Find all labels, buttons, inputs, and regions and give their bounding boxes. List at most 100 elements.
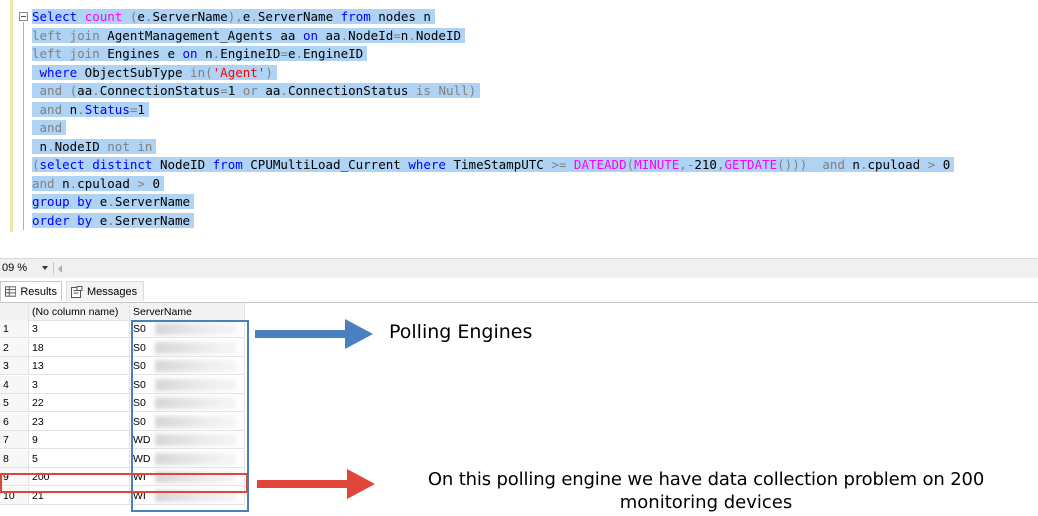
code-token: ) — [265, 64, 273, 80]
code-line[interactable]: n.NodeID not in — [32, 138, 954, 157]
code-token: ServerName — [114, 212, 191, 228]
code-token: ConnectionStatus — [287, 83, 416, 98]
code-token: where — [32, 64, 78, 80]
code-token: . — [107, 194, 115, 209]
code-line[interactable]: and n.cpuload > 0 — [32, 175, 954, 194]
count-cell[interactable]: 22 — [29, 394, 130, 412]
code-token: e — [137, 9, 145, 24]
sql-code[interactable]: Select count (e.ServerName),e.ServerName… — [32, 8, 955, 231]
scroll-left-icon[interactable] — [58, 265, 62, 273]
code-line[interactable]: order by e.ServerName — [32, 212, 954, 231]
selection-highlight: Select count (e.ServerName),e.ServerName… — [32, 9, 435, 24]
code-token: Status — [84, 101, 130, 117]
code-token: TimeStampUTC — [445, 157, 552, 172]
code-token: ( — [205, 64, 213, 80]
code-token: CPUMultiLoad_Current — [242, 157, 409, 172]
code-token: on — [182, 46, 198, 61]
grid-icon — [5, 286, 17, 297]
count-cell[interactable]: 3 — [29, 375, 130, 394]
code-line[interactable]: where ObjectSubType in('Agent') — [32, 64, 954, 83]
code-token: in — [190, 64, 206, 80]
zoom-level[interactable]: 09 % — [2, 262, 27, 274]
row-number[interactable]: 8 — [0, 449, 29, 468]
column-header[interactable] — [0, 303, 29, 321]
code-token: cpuload — [77, 175, 138, 191]
code-token: 1 — [227, 83, 243, 98]
code-line[interactable]: group by e.ServerName — [32, 193, 954, 212]
code-token: ( — [62, 83, 78, 98]
row-number[interactable]: 5 — [0, 394, 29, 412]
grid-header: (No column name) ServerName — [0, 303, 245, 321]
code-token: from — [212, 157, 243, 172]
query-editor[interactable]: Select count (e.ServerName),e.ServerName… — [0, 0, 1038, 258]
code-token: MINUTE — [634, 157, 680, 172]
code-token: Select — [32, 9, 85, 24]
count-cell[interactable]: 5 — [29, 449, 130, 468]
code-token: and — [32, 175, 55, 191]
code-line[interactable]: Select count (e.ServerName),e.ServerName… — [32, 8, 954, 27]
column-header[interactable]: ServerName — [130, 303, 245, 321]
count-cell[interactable]: 23 — [29, 412, 130, 431]
code-token: DATEADD — [566, 157, 627, 172]
count-cell[interactable]: 13 — [29, 357, 130, 375]
collapse-toggle-icon[interactable] — [19, 12, 28, 21]
row-number[interactable]: 4 — [0, 375, 29, 394]
tab-messages[interactable]: Messages — [66, 281, 144, 301]
row-number[interactable]: 1 — [0, 320, 29, 338]
count-cell[interactable]: 18 — [29, 338, 130, 357]
red-arrow-icon — [257, 469, 375, 499]
code-token: aa — [257, 83, 281, 98]
row-number[interactable]: 6 — [0, 412, 29, 431]
code-token: ObjectSubType — [77, 64, 191, 80]
code-token: n — [844, 157, 860, 172]
code-token: > — [137, 175, 145, 191]
code-line[interactable]: and n.Status=1 — [32, 101, 954, 120]
divider — [53, 262, 54, 275]
count-cell[interactable]: 3 — [29, 320, 130, 338]
code-line[interactable]: left join AgentManagement_Agents aa on a… — [32, 27, 954, 46]
code-token: NodeId — [348, 27, 394, 43]
code-token: e — [92, 212, 108, 228]
annotation-problem-line2: monitoring devices — [619, 492, 793, 513]
highlight-box-row-9 — [0, 473, 248, 493]
code-token: ConnectionStatus — [99, 83, 221, 98]
code-token: ServerName — [114, 194, 191, 209]
code-token: 'Agent' — [212, 64, 266, 80]
code-token: EngineID — [220, 46, 281, 61]
chevron-down-icon[interactable] — [42, 266, 48, 270]
code-token: and — [32, 101, 63, 117]
selection-highlight: group by e.ServerName — [32, 194, 195, 209]
zoom-bar: 09 % — [0, 258, 1038, 278]
code-line[interactable]: (select distinct NodeID from CPUMultiLoa… — [32, 156, 955, 175]
tab-results[interactable]: Results — [0, 281, 62, 301]
code-token: e — [92, 194, 108, 209]
code-token: . — [47, 138, 55, 154]
code-token: aa — [318, 27, 341, 43]
code-token: where — [408, 157, 446, 172]
code-token: not in — [107, 138, 153, 154]
selection-highlight: and n.Status=1 — [32, 101, 149, 117]
row-number[interactable]: 2 — [0, 338, 29, 357]
change-indicator-bar — [10, 0, 13, 232]
count-cell[interactable]: 9 — [29, 431, 130, 449]
code-token: ) — [468, 83, 477, 98]
selection-highlight: where ObjectSubType in('Agent') — [32, 64, 277, 80]
code-line[interactable]: and (aa.ConnectionStatus=1 or aa.Connect… — [32, 82, 954, 101]
code-token: = — [393, 27, 401, 43]
code-token: n — [54, 175, 70, 191]
code-token: select distinct — [39, 157, 153, 172]
code-line[interactable]: and — [32, 119, 954, 138]
code-token: Engines e — [99, 46, 183, 61]
row-number[interactable]: 7 — [0, 431, 29, 449]
annotation-problem-line1: On this polling engine we have data coll… — [427, 469, 985, 490]
selection-highlight: and n.cpuload > 0 — [32, 175, 164, 191]
code-token: NodeID — [415, 27, 462, 43]
code-token: n — [197, 46, 213, 61]
column-header[interactable]: (No column name) — [29, 303, 130, 321]
row-number[interactable]: 3 — [0, 357, 29, 375]
code-token: is Null — [415, 83, 469, 98]
messages-icon — [71, 285, 83, 298]
selection-highlight: left join AgentManagement_Agents aa on a… — [32, 27, 466, 43]
code-line[interactable]: left join Engines e on n.EngineID=e.Engi… — [32, 45, 954, 64]
blue-arrow-icon — [255, 319, 373, 349]
